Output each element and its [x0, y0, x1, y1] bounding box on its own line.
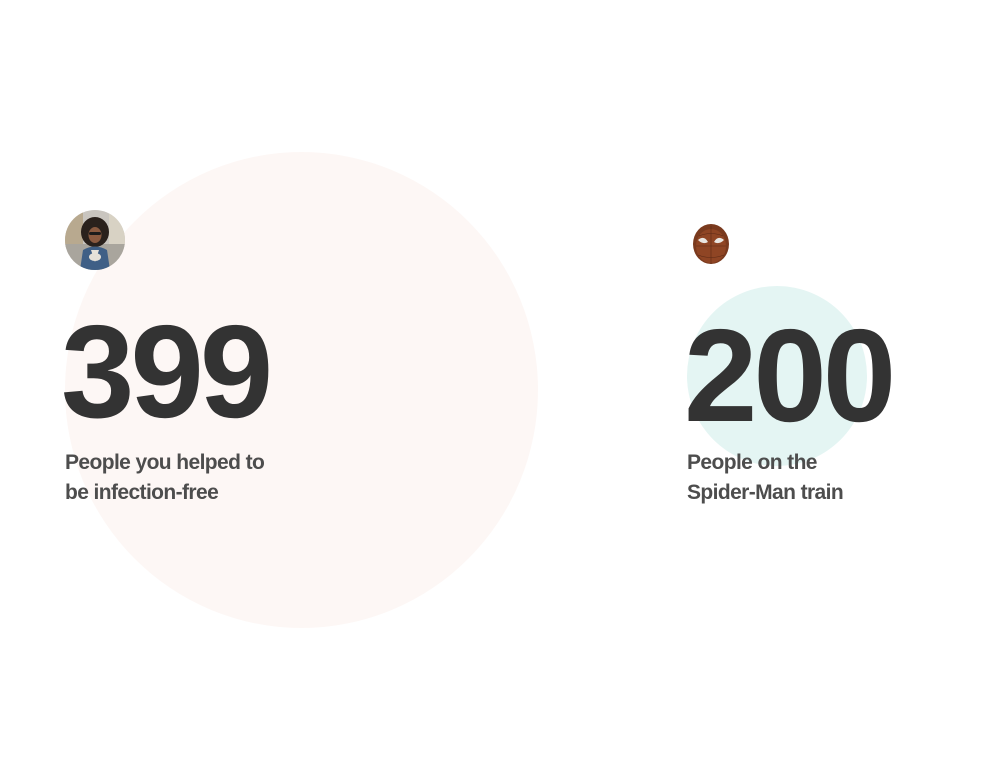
helped-count: 399 — [61, 298, 273, 445]
user-avatar — [65, 210, 125, 270]
spider-man-label-line-2: Spider-Man train — [687, 481, 844, 504]
spider-man-count: 200 — [684, 302, 896, 449]
spider-man-avatar — [687, 216, 736, 265]
spider-man-label: People on the Spider-Man train — [687, 448, 844, 508]
spider-man-mask-icon — [687, 216, 736, 265]
helped-label-line-1: People you helped to — [65, 451, 265, 474]
helped-label-line-2: be infection-free — [65, 481, 219, 504]
impact-stats: 399 People you helped to be infection-fr… — [0, 0, 1002, 781]
spider-man-label-line-1: People on the — [687, 451, 817, 474]
helped-label: People you helped to be infection-free — [65, 448, 265, 508]
woman-portrait-icon — [65, 210, 125, 270]
